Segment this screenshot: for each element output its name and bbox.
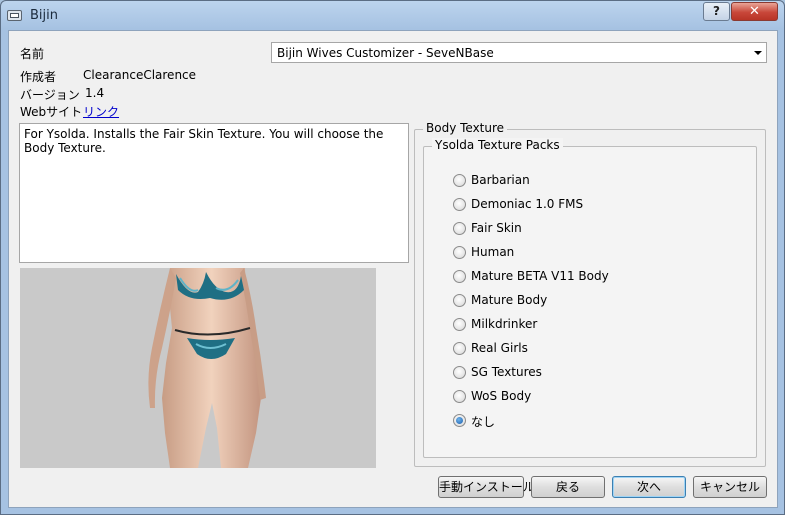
radio-button[interactable] [453,270,466,283]
version-label: バージョン [20,88,80,102]
radio-button[interactable] [453,222,466,235]
chevron-down-icon[interactable] [754,51,762,55]
texture-packs-group: Ysolda Texture Packs Barbarian Demoniac … [423,138,757,458]
radio-button[interactable] [453,342,466,355]
back-button[interactable]: 戻る [531,476,605,498]
window-title: Bijin [30,8,58,23]
texture-packs-title: Ysolda Texture Packs [432,138,563,152]
plugin-select[interactable]: Bijin Wives Customizer - SeveNBase [271,42,767,63]
body-texture-group: Body Texture Ysolda Texture Packs Barbar… [414,121,766,467]
radio-button[interactable] [453,390,466,403]
radio-button[interactable] [453,366,466,379]
body-preview-illustration [20,268,376,468]
name-label: 名前 [20,47,45,61]
option-label: Fair Skin [471,221,522,235]
radio-button[interactable] [453,174,466,187]
title-bar[interactable]: Bijin ? ✕ [1,1,784,29]
option-label: Mature Body [471,293,548,307]
manual-install-button[interactable]: 手動インストール [438,476,535,498]
website-label: Webサイト [20,105,83,119]
option-label: Mature BETA V11 Body [471,269,609,283]
cancel-button[interactable]: キャンセル [693,476,767,498]
radio-button[interactable] [453,294,466,307]
author-label: 作成者 [20,70,57,84]
radio-button[interactable] [453,246,466,259]
website-link[interactable]: リンク [83,103,119,120]
next-button[interactable]: 次へ [612,476,686,498]
author-value: ClearanceClarence [83,68,197,82]
option-label: Real Girls [471,341,528,355]
option-label: Demoniac 1.0 FMS [471,197,584,211]
option-label: Human [471,245,515,259]
radio-button[interactable] [453,318,466,331]
version-value: 1.4 [85,86,105,100]
app-icon [7,10,22,21]
option-label: WoS Body [471,389,532,403]
preview-image [20,268,376,468]
dialog-client-area: 名前 Bijin Wives Customizer - SeveNBase 作成… [8,30,778,508]
plugin-select-value: Bijin Wives Customizer - SeveNBase [277,46,494,60]
option-label: なし [471,415,496,429]
help-button[interactable]: ? [703,2,730,21]
description-textbox[interactable]: For Ysolda. Installs the Fair Skin Textu… [19,123,409,263]
option-label: Milkdrinker [471,317,538,331]
installer-window: Bijin ? ✕ 名前 Bijin Wives Customizer - Se… [0,0,785,515]
close-button[interactable]: ✕ [731,2,778,21]
radio-button[interactable] [453,198,466,211]
option-label: Barbarian [471,173,530,187]
body-texture-title: Body Texture [423,121,508,135]
radio-button-selected[interactable] [453,414,466,427]
option-label: SG Textures [471,365,542,379]
